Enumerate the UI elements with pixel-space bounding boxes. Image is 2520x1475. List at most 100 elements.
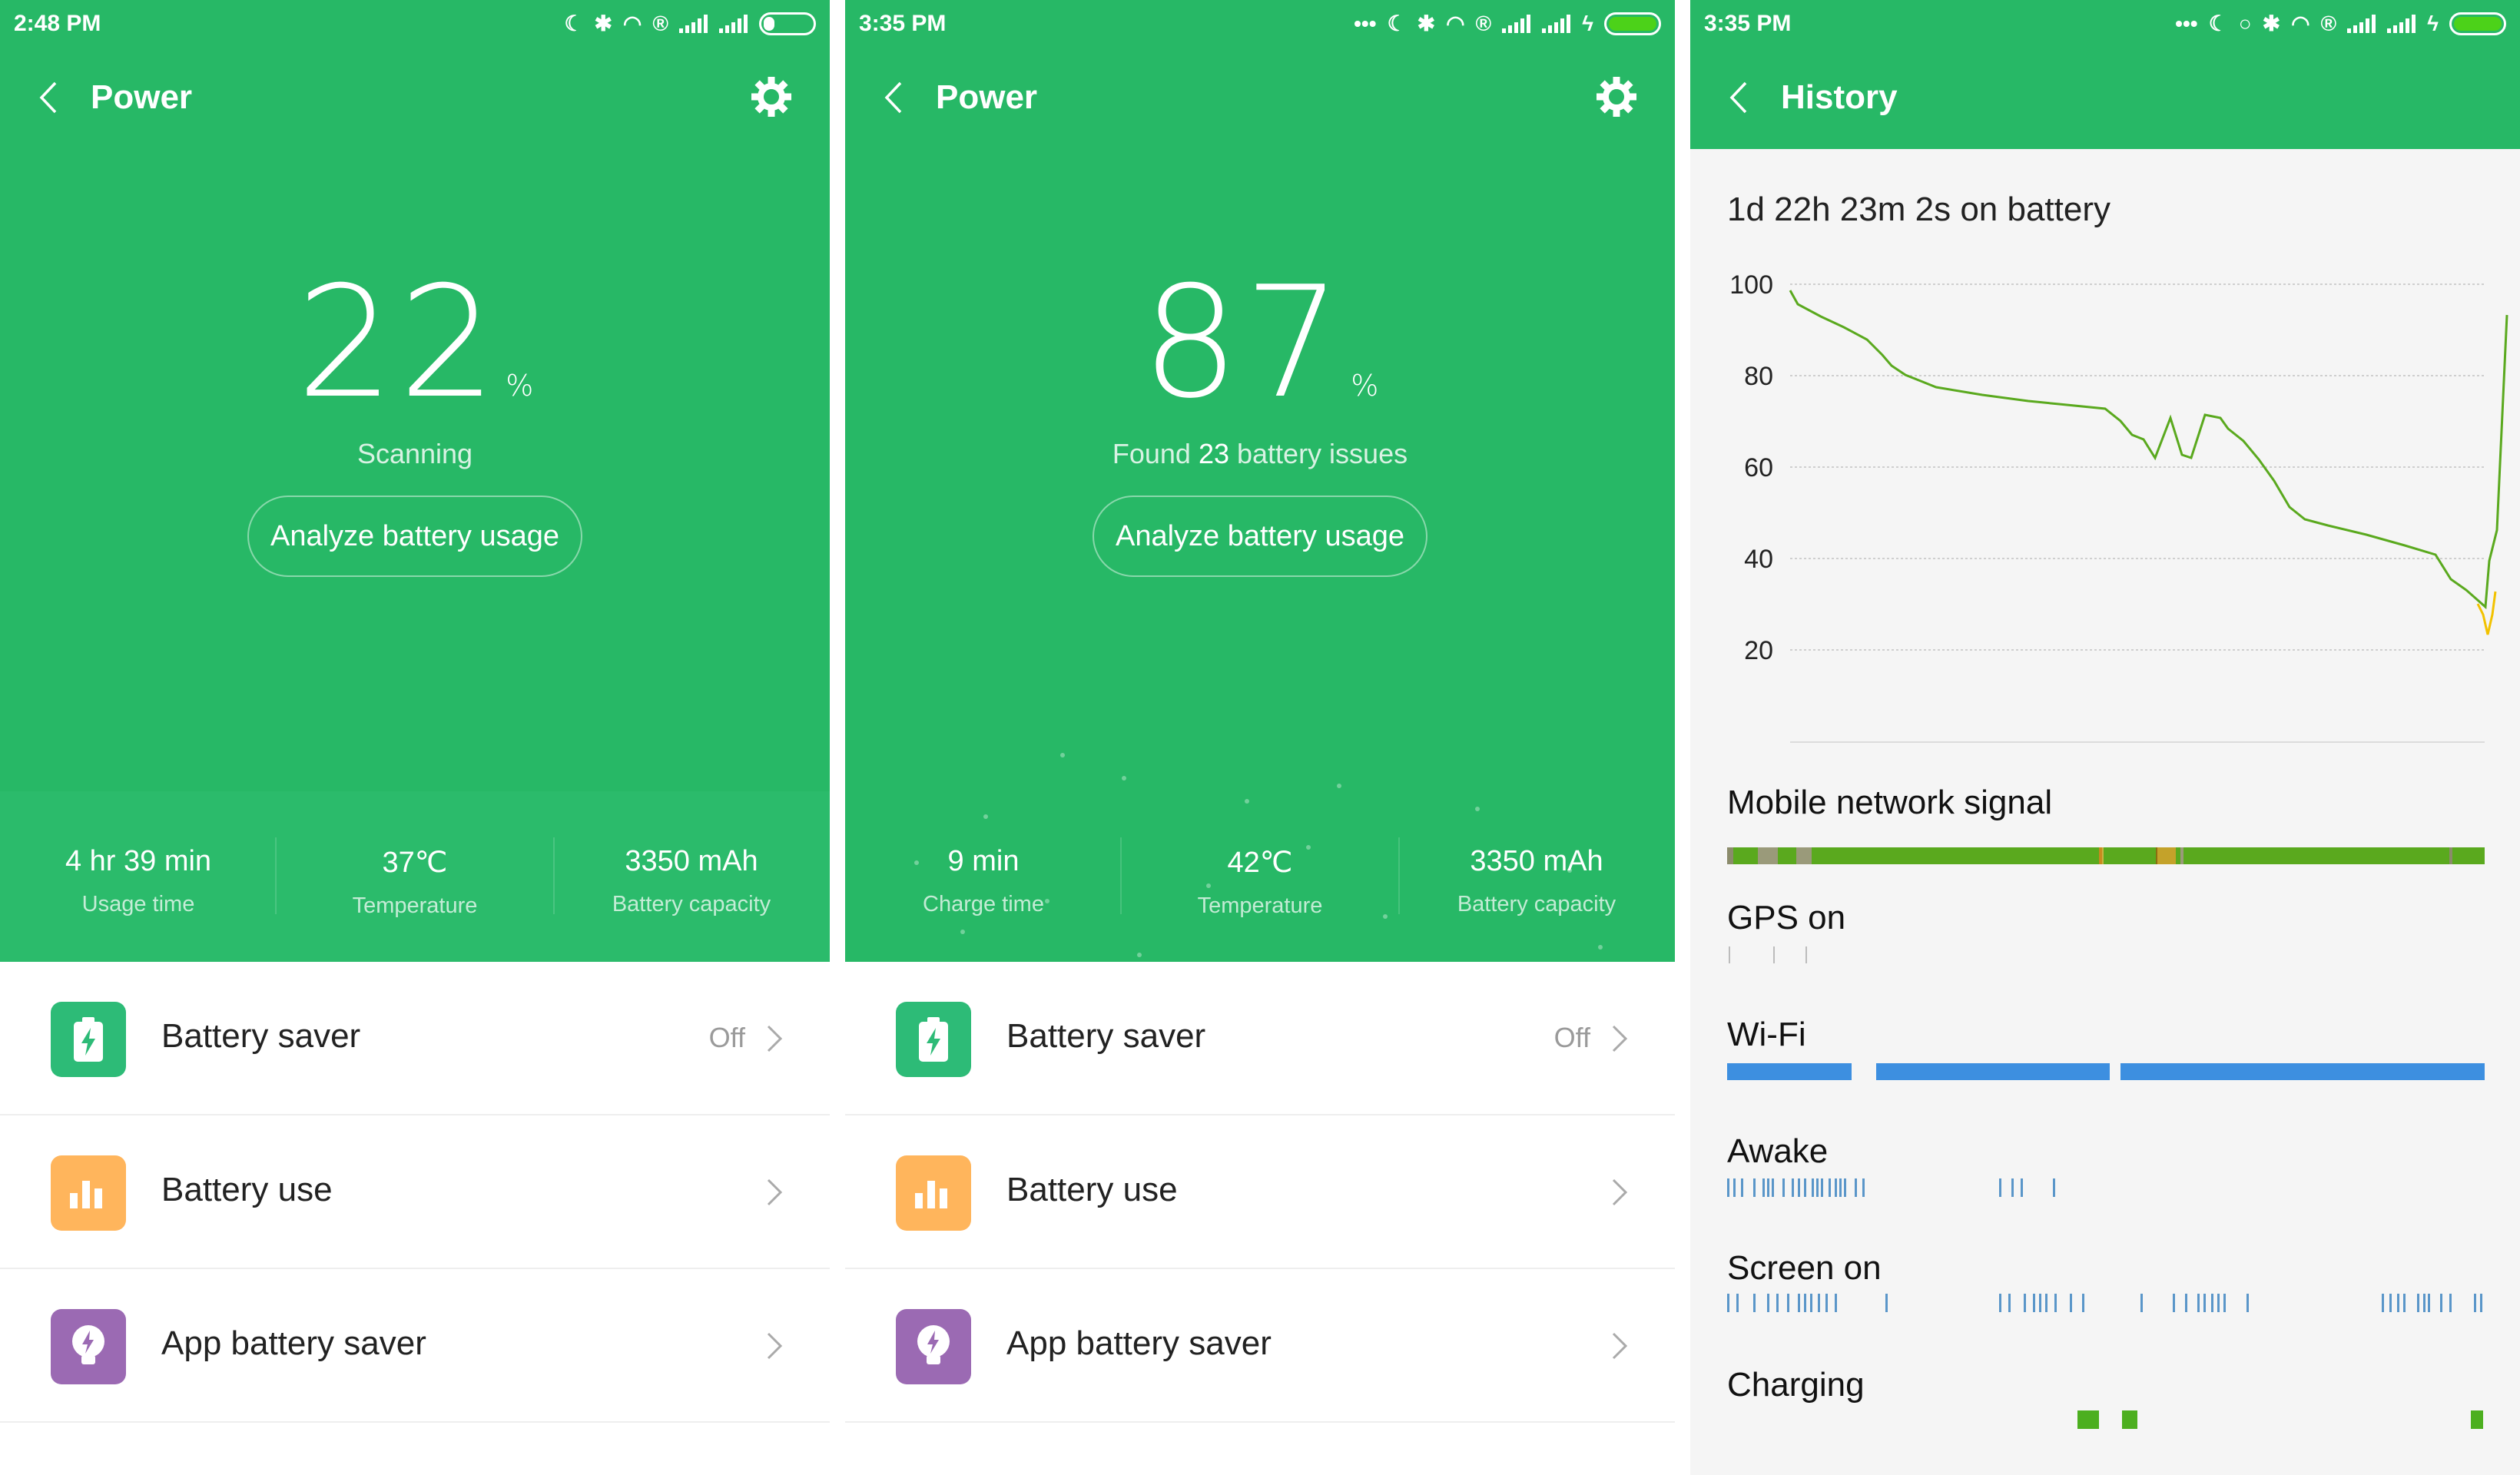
- page-title: History: [1781, 78, 1898, 116]
- wifi-icon: ◠: [1446, 12, 1465, 35]
- activity-tick: [1835, 1294, 1837, 1312]
- section-screen-on: Screen on: [1727, 1249, 1882, 1287]
- activity-tick: [1999, 1294, 2001, 1312]
- y-tick-40: 40: [1744, 545, 1773, 574]
- activity-tick: [1798, 1294, 1800, 1312]
- list-item-battery-saver[interactable]: Battery saver Off: [845, 962, 1675, 1115]
- registered-icon: ®: [2320, 11, 2337, 35]
- gear-icon[interactable]: [750, 75, 793, 118]
- activity-tick: [2197, 1294, 2200, 1312]
- list-item-label: Battery use: [1006, 1171, 1178, 1208]
- activity-tick: [2033, 1294, 2035, 1312]
- moon-icon: ☾: [564, 12, 584, 35]
- clock: 3:35 PM: [1704, 11, 1792, 36]
- lightbulb-bolt-icon: [51, 1309, 126, 1384]
- activity-tick: [2053, 1178, 2055, 1197]
- activity-tick: [1862, 1178, 1865, 1197]
- activity-tick: [2070, 1294, 2072, 1312]
- stat-label: Battery capacity: [1457, 892, 1616, 916]
- lightbulb-bolt-icon: [896, 1309, 971, 1384]
- list-item-label: Battery use: [161, 1171, 333, 1208]
- activity-tick: [2223, 1294, 2226, 1312]
- activity-tick: [2389, 1294, 2392, 1312]
- activity-tick: [2449, 1294, 2452, 1312]
- battery-bolt-icon: [896, 1002, 971, 1077]
- stat-label: Battery capacity: [612, 892, 771, 916]
- bluetooth-icon: ✱: [2262, 12, 2281, 35]
- analyze-battery-button[interactable]: Analyze battery usage: [1093, 496, 1427, 577]
- list-item-app-battery-saver[interactable]: App battery saver: [0, 1269, 830, 1423]
- chevron-right-icon: [767, 1178, 783, 1206]
- activity-tick: [2397, 1294, 2399, 1312]
- back-arrow-icon[interactable]: [876, 78, 914, 117]
- stat-value: 37℃: [382, 847, 448, 879]
- activity-tick: [1818, 1294, 1820, 1312]
- toolbar: Power: [845, 48, 1675, 151]
- activity-tick: [1885, 1294, 1888, 1312]
- battery-percent: 22%: [0, 254, 830, 433]
- battery-level-line: [1789, 290, 2508, 610]
- signal-icon: [2347, 14, 2376, 33]
- section-awake: Awake: [1727, 1132, 1829, 1170]
- issues-status: Found 23 battery issues: [845, 438, 1675, 470]
- activity-tick: [1829, 1178, 1831, 1197]
- wifi-icon: ◠: [622, 12, 642, 35]
- analyze-battery-button[interactable]: Analyze battery usage: [247, 496, 582, 577]
- chevron-right-icon: [767, 1332, 783, 1360]
- stat-usage-time: 4 hr 39 min Usage time: [0, 845, 277, 917]
- percent-sign: %: [1351, 369, 1379, 403]
- list-item-label: App battery saver: [161, 1324, 426, 1362]
- battery-icon: [1604, 12, 1661, 35]
- activity-tick: [1776, 1294, 1779, 1312]
- activity-tick: [1844, 1178, 1846, 1197]
- list-item-battery-use[interactable]: Battery use: [0, 1115, 830, 1269]
- activity-tick: [1792, 1178, 1794, 1197]
- stat-value: 3350 mAh: [1470, 845, 1603, 877]
- list-item-battery-use[interactable]: Battery use: [845, 1115, 1675, 1269]
- percent-sign: %: [506, 369, 534, 403]
- status-icons: ☾ ✱ ◠ ®: [564, 11, 816, 36]
- activity-tick: [1855, 1178, 1857, 1197]
- status-prefix: Found: [1112, 438, 1199, 469]
- activity-tick: [1767, 1294, 1769, 1312]
- power-screen-results: 3:35 PM ••• ☾ ✱ ◠ ® ϟ Power 87% Found 23…: [845, 0, 1675, 1475]
- activity-tick: [2054, 1294, 2057, 1312]
- wifi-icon: ◠: [2291, 12, 2310, 35]
- back-arrow-icon[interactable]: [1721, 78, 1759, 117]
- activity-tick: [2021, 1178, 2023, 1197]
- activity-tick: [1787, 1294, 1789, 1312]
- power-screen-scanning: 2:48 PM ☾ ✱ ◠ ® Power 22% Scanning Analy…: [0, 0, 830, 1475]
- activity-tick: [1804, 1294, 1806, 1312]
- percent-value: 22: [296, 254, 502, 433]
- bluetooth-icon: ✱: [1417, 12, 1436, 35]
- activity-tick: [2011, 1178, 2014, 1197]
- activity-tick: [1810, 1294, 1812, 1312]
- stat-value: 9 min: [947, 845, 1020, 877]
- stat-value: 3350 mAh: [625, 845, 758, 877]
- activity-tick: [1812, 1178, 1814, 1197]
- stat-temperature: 42℃ Temperature: [1122, 845, 1398, 919]
- signal-icon: [719, 14, 748, 33]
- activity-tick: [2246, 1294, 2249, 1312]
- back-arrow-icon[interactable]: [31, 78, 69, 117]
- wifi-bar: [1727, 1063, 2485, 1080]
- toolbar: History: [1690, 48, 2520, 149]
- status-suffix: battery issues: [1229, 438, 1408, 469]
- activity-tick: [1798, 1178, 1800, 1197]
- chevron-right-icon: [1612, 1025, 1628, 1052]
- status-bar: 2:48 PM ☾ ✱ ◠ ®: [0, 0, 830, 48]
- charging-bolt-icon: ϟ: [2427, 11, 2439, 35]
- list-item-label: Battery saver: [161, 1017, 361, 1055]
- list-item-app-battery-saver[interactable]: App battery saver: [845, 1269, 1675, 1423]
- power-options-list: Battery saver Off Battery use App batter…: [845, 962, 1675, 1423]
- battery-icon: [759, 12, 816, 35]
- list-item-battery-saver[interactable]: Battery saver Off: [0, 962, 830, 1115]
- gear-icon[interactable]: [1595, 75, 1638, 118]
- activity-tick: [2008, 1294, 2011, 1312]
- registered-icon: ®: [652, 11, 668, 35]
- activity-tick: [1736, 1294, 1739, 1312]
- stat-temperature: 37℃ Temperature: [277, 845, 553, 919]
- activity-tick: [1825, 1294, 1828, 1312]
- y-tick-60: 60: [1744, 453, 1773, 482]
- activity-tick: [1821, 1178, 1823, 1197]
